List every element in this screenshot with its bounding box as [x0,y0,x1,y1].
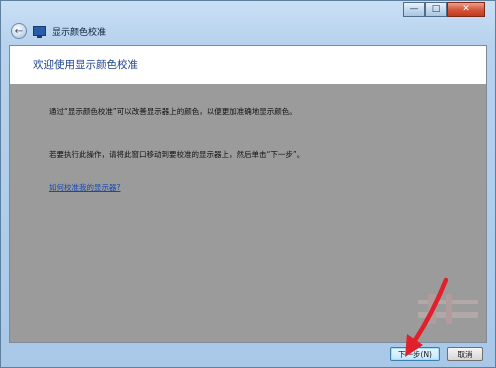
wizard-footer: 下一步(N) 取消 [9,343,487,367]
window-title: 显示颜色校准 [52,27,107,38]
wizard-header: 欢迎使用显示颜色校准 [10,46,486,84]
navigation-bar: ← 显示颜色校准 [11,21,106,41]
back-arrow-icon[interactable]: ← [11,23,27,39]
instruction-paragraph: 若要执行此操作，请将此窗口移动到要校准的显示器上，然后单击“下一步”。 [49,150,305,159]
close-button[interactable]: ✕ [447,2,485,17]
calibration-window: — □ ✕ ← 显示颜色校准 欢迎使用显示颜色校准 通过“显示颜色校准”可以改善… [0,0,496,368]
window-controls: — □ ✕ [403,2,485,17]
help-link[interactable]: 如何校准我的显示器? [49,182,120,193]
cancel-button[interactable]: 取消 [447,347,483,361]
page-title: 欢迎使用显示颜色校准 [33,59,138,71]
minimize-button[interactable]: — [403,2,425,17]
title-bar[interactable]: — □ ✕ [1,1,495,21]
watermark [418,294,478,324]
next-button[interactable]: 下一步(N) [390,347,440,361]
wizard-content: 欢迎使用显示颜色校准 通过“显示颜色校准”可以改善显示器上的颜色，以便更加准确地… [9,45,487,343]
intro-paragraph: 通过“显示颜色校准”可以改善显示器上的颜色，以便更加准确地显示颜色。 [49,107,297,116]
display-monitor-icon [33,26,46,38]
maximize-button[interactable]: □ [425,2,447,17]
